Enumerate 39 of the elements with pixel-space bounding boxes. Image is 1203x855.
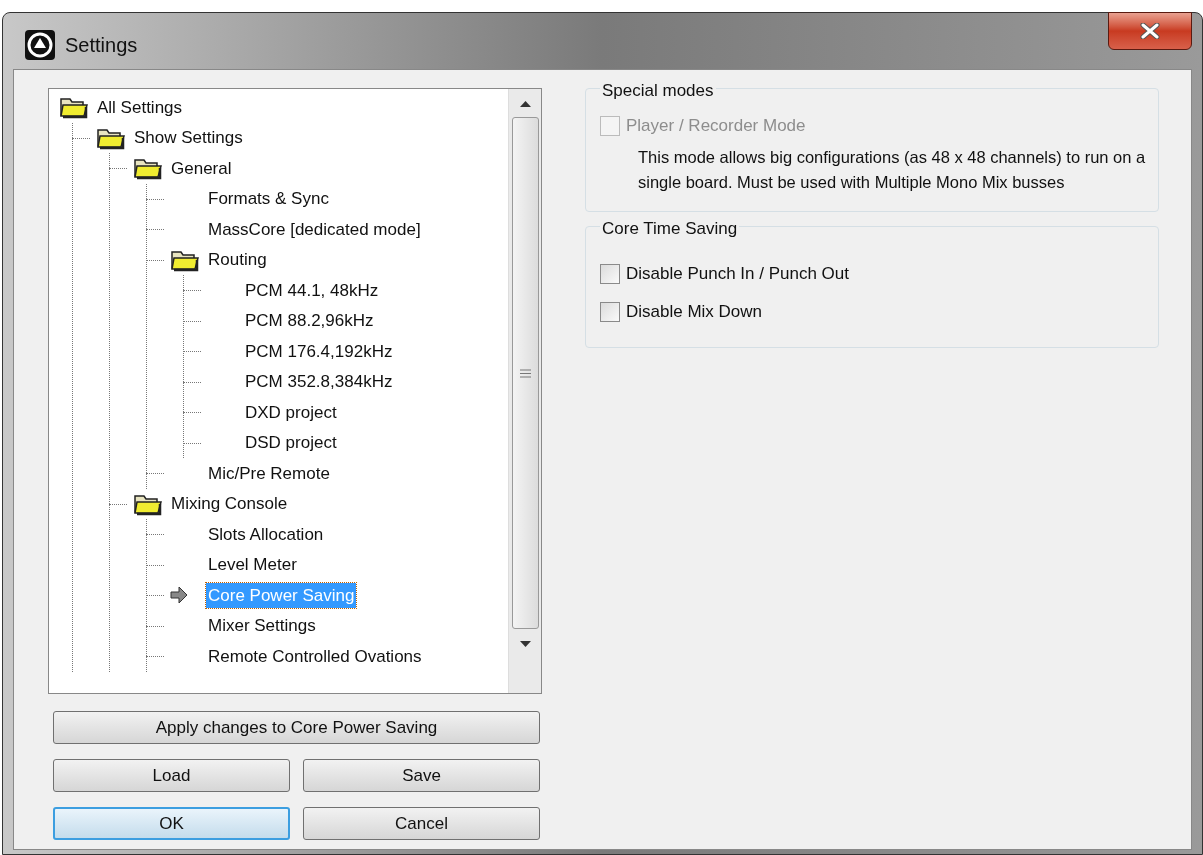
close-button[interactable]: [1108, 12, 1192, 50]
checkbox[interactable]: [600, 302, 620, 322]
scrollbar-thumb[interactable]: [511, 117, 539, 629]
arrow-icon: [170, 586, 188, 605]
scroll-down-icon[interactable]: [519, 641, 531, 647]
grip-icon: [519, 368, 531, 378]
mode-description: This mode allows big configurations (as 48 x 48 channels) to run on a single board. Must be used with Multiple Mono Mix busses: [638, 147, 1147, 193]
tree-folder[interactable]: All Settings: [95, 94, 185, 120]
folder-icon: [133, 156, 163, 181]
dialog-button[interactable]: Load: [53, 759, 290, 792]
tree-item[interactable]: Slots Allocation: [206, 521, 326, 547]
tree-item[interactable]: PCM 352.8,384kHz: [243, 369, 395, 395]
app-logo-icon: [25, 30, 55, 60]
close-icon: [1140, 23, 1160, 39]
dialog-button[interactable]: Cancel: [303, 807, 540, 840]
tree-item[interactable]: Mic/Pre Remote: [206, 460, 332, 486]
folder-icon: [59, 95, 89, 120]
dialog-button[interactable]: Save: [303, 759, 540, 792]
tree-item[interactable]: Level Meter: [206, 552, 299, 578]
tree-folder[interactable]: Mixing Console: [169, 491, 290, 517]
tree-item[interactable]: DXD project: [243, 399, 339, 425]
tree-folder[interactable]: General: [169, 155, 234, 181]
tree-item[interactable]: Formats & Sync: [206, 186, 331, 212]
tree-item[interactable]: Remote Controlled Ovations: [206, 643, 424, 669]
tree-item[interactable]: PCM 176.4,192kHz: [243, 338, 395, 364]
tree-folder[interactable]: Show Settings: [132, 125, 245, 151]
scroll-up-icon[interactable]: [519, 101, 531, 107]
window-title: Settings: [65, 33, 138, 58]
checkbox-label[interactable]: Disable Punch In / Punch Out: [626, 261, 850, 287]
tree-item[interactable]: PCM 88.2,96kHz: [243, 308, 376, 334]
checkbox-label[interactable]: Disable Mix Down: [626, 299, 763, 325]
checkbox[interactable]: [600, 264, 620, 284]
tree-folder[interactable]: Routing: [206, 247, 269, 273]
tree-item[interactable]: DSD project: [243, 430, 339, 456]
tree-item[interactable]: PCM 44.1, 48kHz: [243, 277, 381, 303]
tree-item[interactable]: MassCore [dedicated mode]: [206, 216, 423, 242]
tree-item[interactable]: Mixer Settings: [206, 613, 318, 639]
apply-button[interactable]: Apply changes to Core Power Saving: [53, 711, 540, 744]
dialog-button[interactable]: OK: [53, 807, 290, 840]
